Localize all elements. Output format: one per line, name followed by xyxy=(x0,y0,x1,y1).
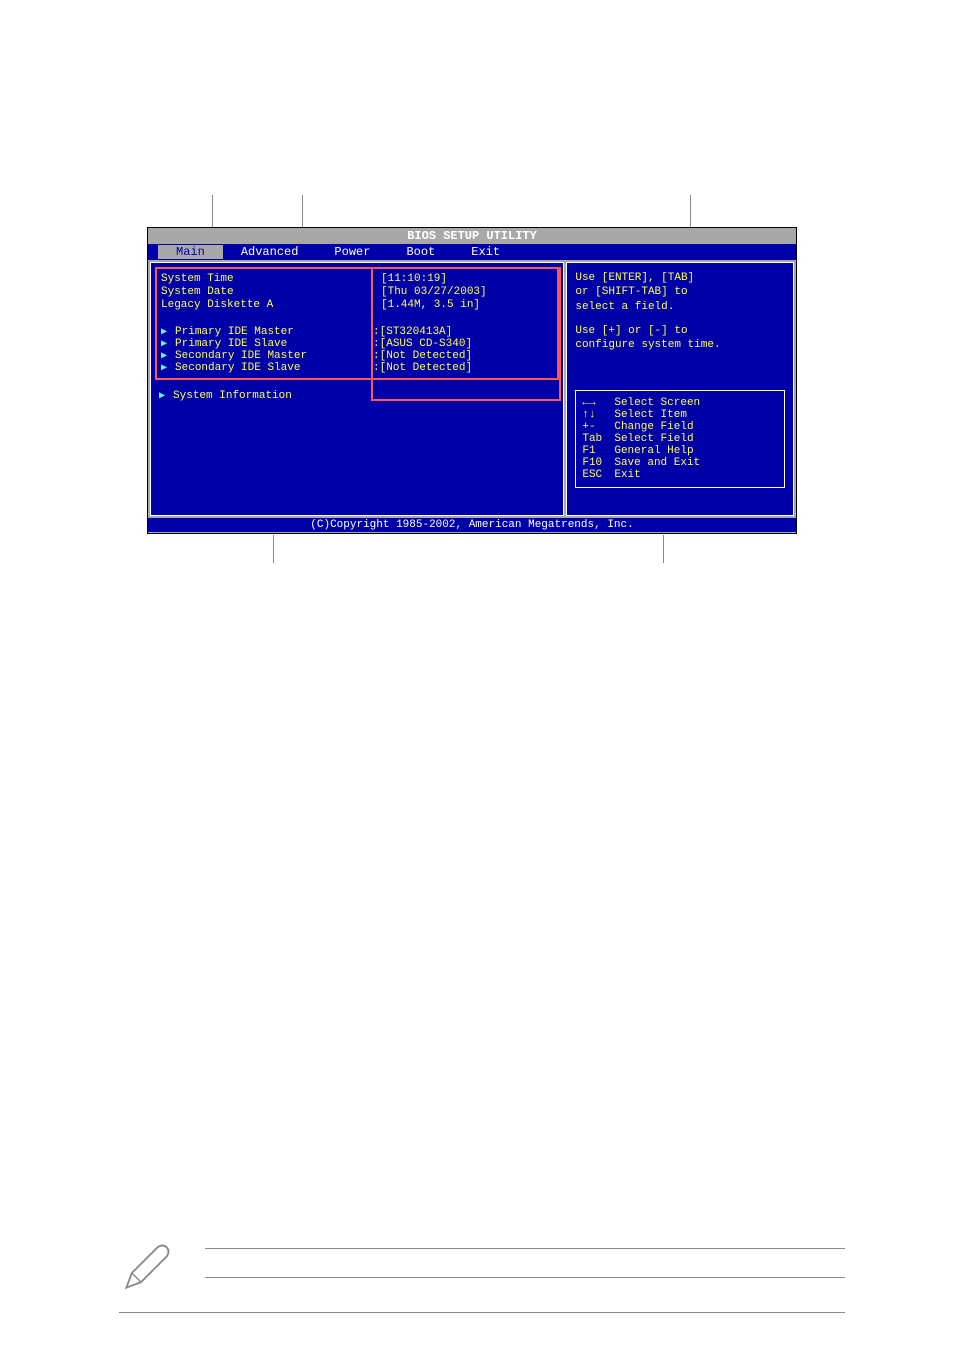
bios-title: BIOS SETUP UTILITY xyxy=(148,228,796,244)
nav-key: F1 xyxy=(582,445,614,457)
menu-main[interactable]: Main xyxy=(158,245,223,259)
menu-bar: Main Advanced Power Boot Exit xyxy=(148,244,796,260)
nav-exit: ESC Exit xyxy=(582,469,778,481)
help-panel: Use [ENTER], [TAB] or [SHIFT-TAB] to sel… xyxy=(566,262,794,516)
secondary-ide-slave-label: Secondary IDE Slave xyxy=(175,362,373,374)
nav-select-screen: ←→ Select Screen xyxy=(582,397,778,409)
help-line: Use [ENTER], [TAB] xyxy=(575,271,785,285)
bios-window: BIOS SETUP UTILITY Main Advanced Power B… xyxy=(147,227,797,534)
nav-label: Select Screen xyxy=(614,397,700,409)
primary-ide-master-label: Primary IDE Master xyxy=(175,326,373,338)
annotation-line xyxy=(690,195,691,227)
nav-label: General Help xyxy=(614,445,693,457)
nav-key: ESC xyxy=(582,469,614,481)
menu-boot[interactable]: Boot xyxy=(388,245,453,259)
page-footer-line xyxy=(119,1312,845,1313)
nav-label: Select Field xyxy=(614,433,693,445)
system-date-label: System Date xyxy=(161,286,381,298)
nav-save-exit: F10 Save and Exit xyxy=(582,457,778,469)
copyright-text: (C)Copyright 1985-2002, American Megatre… xyxy=(148,518,796,532)
config-panel: System Time [11:10:19] System Date [Thu … xyxy=(150,262,564,516)
system-information-label: System Information xyxy=(173,390,292,402)
annotation-line xyxy=(212,195,213,227)
nav-label: Exit xyxy=(614,469,640,481)
legacy-diskette-label: Legacy Diskette A xyxy=(161,299,381,311)
nav-key: F10 xyxy=(582,457,614,469)
help-line: or [SHIFT-TAB] to xyxy=(575,285,785,299)
nav-label: Change Field xyxy=(614,421,693,433)
annotation-line xyxy=(273,535,274,563)
submenu-arrow-icon: ▶ xyxy=(161,338,167,350)
primary-ide-slave-label: Primary IDE Slave xyxy=(175,338,373,350)
annotation-line xyxy=(302,195,303,227)
nav-general-help: F1 General Help xyxy=(582,445,778,457)
help-line: configure system time. xyxy=(575,338,785,352)
up-down-arrow-icon: ↑↓ xyxy=(582,409,614,421)
system-time-label: System Time xyxy=(161,273,381,285)
secondary-ide-master-label: Secondary IDE Master xyxy=(175,350,373,362)
help-line: select a field. xyxy=(575,300,785,314)
submenu-arrow-icon: ▶ xyxy=(161,362,167,374)
nav-select-item: ↑↓ Select Item xyxy=(582,409,778,421)
nav-key: Tab xyxy=(582,433,614,445)
submenu-arrow-icon: ▶ xyxy=(161,326,167,338)
values-highlight-box xyxy=(371,267,561,401)
nav-label: Select Item xyxy=(614,409,687,421)
left-right-arrow-icon: ←→ xyxy=(582,397,614,409)
nav-select-field: Tab Select Field xyxy=(582,433,778,445)
nav-key: +- xyxy=(582,421,614,433)
submenu-arrow-icon: ▶ xyxy=(161,350,167,362)
help-text: Use [ENTER], [TAB] or [SHIFT-TAB] to sel… xyxy=(575,271,785,352)
menu-advanced[interactable]: Advanced xyxy=(223,245,317,259)
main-content: System Time [11:10:19] System Date [Thu … xyxy=(148,260,796,518)
nav-change-field: +- Change Field xyxy=(582,421,778,433)
navigation-help: ←→ Select Screen ↑↓ Select Item +- Chang… xyxy=(575,390,785,488)
submenu-arrow-icon: ▶ xyxy=(159,390,165,402)
annotation-line xyxy=(663,535,664,563)
menu-exit[interactable]: Exit xyxy=(453,245,518,259)
nav-label: Save and Exit xyxy=(614,457,700,469)
note-divider-lines xyxy=(205,1248,845,1306)
menu-power[interactable]: Power xyxy=(316,245,388,259)
help-line: Use [+] or [-] to xyxy=(575,324,785,338)
note-pen-icon xyxy=(119,1240,174,1295)
